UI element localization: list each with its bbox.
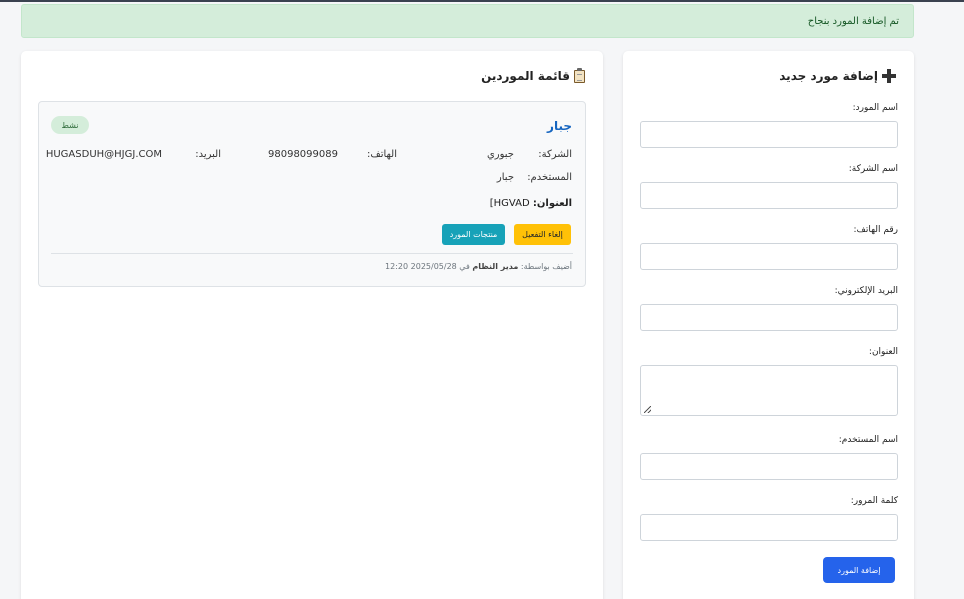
- email-input[interactable]: [640, 304, 898, 331]
- company-value: جبوري: [486, 149, 514, 160]
- add-supplier-title: إضافة مورد جديد: [779, 69, 896, 83]
- address-field-label: العنوان:: [868, 347, 898, 357]
- supplier-address: العنوان: HGVAD]: [490, 198, 572, 209]
- meta-datetime: 2025/05/28 12:20: [385, 262, 457, 271]
- password-field-label: كلمة المرور:: [850, 496, 898, 506]
- add-supplier-card: إضافة مورد جديد اسم المورد: اسم الشركة: …: [623, 51, 914, 599]
- plus-icon: [882, 69, 896, 83]
- add-supplier-title-text: إضافة مورد جديد: [779, 69, 878, 83]
- supplier-products-button[interactable]: منتجات المورد: [442, 224, 505, 245]
- address-value: HGVAD]: [489, 198, 530, 209]
- company-label: الشركة:: [538, 149, 572, 160]
- suppliers-list-card: قائمة الموردين جبار نشط الشركة: جبوري ال…: [21, 51, 603, 599]
- email-field-label: البريد الإلكتروني:: [834, 286, 898, 296]
- success-alert: تم إضافة المورد بنجاح: [21, 4, 914, 38]
- email-label: البريد:: [195, 149, 221, 160]
- username-label: المستخدم:: [527, 172, 572, 183]
- company-name-input[interactable]: [640, 182, 898, 209]
- supplier-name[interactable]: جبار: [547, 119, 572, 133]
- added-by-meta: أضيف بواسطة: مدير النظام في 2025/05/28 1…: [385, 262, 572, 271]
- suppliers-list-title: قائمة الموردين: [481, 67, 585, 83]
- deactivate-button[interactable]: إلغاء التفعيل: [514, 224, 571, 245]
- phone-input[interactable]: [640, 243, 898, 270]
- suppliers-list-title-text: قائمة الموردين: [481, 69, 570, 83]
- email-value: HUGASDUH@HJGJ.COM: [45, 149, 162, 160]
- status-badge: نشط: [51, 116, 89, 134]
- address-textarea[interactable]: [640, 365, 898, 416]
- company-name-label: اسم الشركة:: [848, 164, 898, 174]
- address-label: العنوان:: [532, 198, 572, 209]
- clipboard-icon: [574, 67, 585, 83]
- meta-user: مدير النظام: [472, 262, 519, 271]
- supplier-item: جبار نشط الشركة: جبوري الهاتف: 980980990…: [38, 101, 586, 287]
- supplier-name-input[interactable]: [640, 121, 898, 148]
- username-value: جبار: [496, 172, 514, 183]
- username-field-label: اسم المستخدم:: [838, 435, 898, 445]
- supplier-name-label: اسم المورد:: [852, 103, 898, 113]
- password-input[interactable]: [640, 514, 898, 541]
- meta-prefix: أضيف بواسطة:: [520, 262, 572, 271]
- meta-on: في: [459, 262, 470, 271]
- divider: [51, 253, 573, 254]
- phone-value: 98098099089: [268, 149, 338, 160]
- username-input[interactable]: [640, 453, 898, 480]
- phone-label: الهاتف:: [367, 149, 397, 160]
- phone-field-label: رقم الهاتف:: [853, 225, 899, 235]
- resize-handle-icon[interactable]: [644, 406, 651, 413]
- add-supplier-button[interactable]: إضافة المورد: [823, 557, 895, 583]
- success-alert-text: تم إضافة المورد بنجاح: [807, 15, 899, 27]
- top-border: [0, 0, 964, 2]
